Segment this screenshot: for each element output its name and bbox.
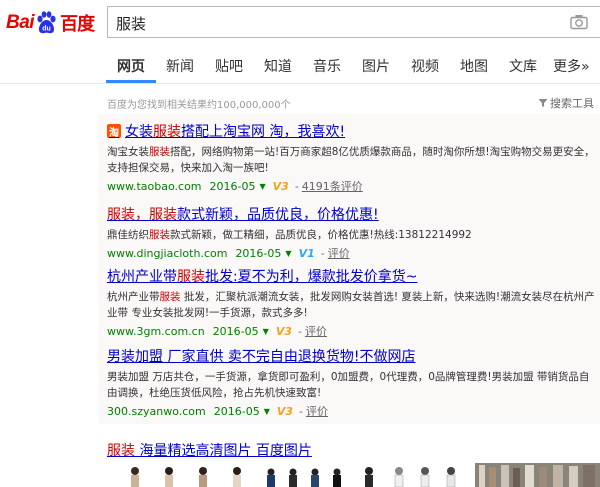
title-keyword: 服装 bbox=[177, 269, 205, 285]
result-item-1: 淘 女装 服装 搭配上淘宝网 淘，我喜欢! 淘宝女装服装搭配，网络购物第一站!百万商… bbox=[107, 121, 597, 194]
thumbnail-figure-8[interactable] bbox=[333, 468, 341, 487]
chevron-down-icon[interactable]: ▼ bbox=[263, 327, 269, 336]
chevron-down-icon[interactable]: ▼ bbox=[259, 182, 265, 191]
result-url[interactable]: 300.szyanwo.com bbox=[107, 405, 206, 418]
title-text-rest: 海量精选高清图片 百度图片 bbox=[135, 443, 312, 459]
paw-icon: du bbox=[37, 11, 56, 34]
logo-text-cn: 百度 bbox=[60, 14, 95, 35]
thumbnail-figure-5[interactable] bbox=[267, 468, 275, 487]
credit-badge-icon[interactable]: V3 bbox=[277, 405, 293, 418]
baidu-logo[interactable]: Bai du 百度 bbox=[6, 8, 95, 38]
tab-tieba[interactable]: 贴吧 bbox=[215, 56, 243, 76]
nav-tabs: 网页 新闻 贴吧 知道 音乐 图片 视频 地图 文库 更多» bbox=[0, 46, 600, 84]
taobao-icon: 淘 bbox=[107, 124, 121, 139]
result-item-4: 男装加盟 厂家直供 卖不完自由退换货物!不做网店 男装加盟 万店共仓，一手货源，… bbox=[107, 346, 597, 419]
title-keyword: 服装 bbox=[107, 443, 135, 459]
result-date: 2016-05 bbox=[213, 404, 260, 418]
title-text: 女装 bbox=[125, 124, 153, 140]
result-date: 2016-05 bbox=[212, 324, 259, 338]
tab-web[interactable]: 网页 bbox=[117, 56, 145, 76]
result-item-3: 杭州产业带 服装 批发:夏不为利，爆款批发价拿货~ 杭州产业带服装 批发，汇聚杭派… bbox=[107, 266, 597, 339]
search-box bbox=[107, 6, 600, 38]
thumbnail-figure-3[interactable] bbox=[199, 467, 207, 487]
result-date: 2016-05 bbox=[209, 179, 256, 193]
tab-wenku[interactable]: 文库 bbox=[509, 56, 537, 76]
camera-icon[interactable] bbox=[570, 14, 588, 30]
clothing-thumbnails bbox=[131, 463, 600, 487]
evaluation-link[interactable]: 4191条评价 bbox=[302, 178, 363, 194]
title-keyword: 服装，服装 bbox=[107, 207, 177, 223]
result-url[interactable]: www.taobao.com bbox=[107, 180, 202, 193]
thumbnail-figure-7[interactable] bbox=[311, 468, 319, 487]
chevron-down-icon[interactable]: ▼ bbox=[264, 407, 270, 416]
tab-more[interactable]: 更多» bbox=[553, 56, 590, 76]
thumbnail-figure-2[interactable] bbox=[165, 467, 173, 487]
tab-video[interactable]: 视频 bbox=[411, 56, 439, 76]
result-title-link[interactable]: 杭州产业带 服装 批发:夏不为利，爆款批发价拿货~ bbox=[107, 266, 597, 286]
result-description: 淘宝女装服装搭配，网络购物第一站!百万商家超8亿优质爆款商品，随时淘你所想!淘宝… bbox=[107, 146, 595, 174]
result-description: 杭州产业带服装 批发，汇聚杭派潮流女装，批发网购女装首选! 夏装上新，快来选购!… bbox=[107, 291, 595, 319]
result-meta: www.dingjiacloth.com 2016-05 ▼ V1 - 评价 bbox=[107, 245, 350, 261]
result-meta: www.3gm.com.cn 2016-05 ▼ V3 - 评价 bbox=[107, 323, 327, 339]
credit-badge-icon[interactable]: V3 bbox=[276, 325, 292, 338]
title-keyword: 服装 bbox=[153, 124, 181, 140]
tab-map[interactable]: 地图 bbox=[460, 56, 488, 76]
result-meta: www.taobao.com 2016-05 ▼ V3 - 4191条评价 bbox=[107, 178, 363, 194]
thumbnail-figure-9[interactable] bbox=[365, 467, 373, 487]
search-tools-label: 搜索工具 bbox=[550, 97, 594, 110]
tab-zhidao[interactable]: 知道 bbox=[264, 56, 292, 76]
title-text-rest: 款式新颖，品质优良，价格优惠! bbox=[177, 207, 379, 223]
result-count: 百度为您找到相关结果约100,000,000个 bbox=[107, 100, 291, 111]
tab-images[interactable]: 图片 bbox=[362, 56, 390, 76]
filter-icon bbox=[538, 99, 548, 107]
title-text-rest: 搭配上淘宝网 淘，我喜欢! bbox=[181, 124, 346, 140]
credit-badge-icon[interactable]: V3 bbox=[273, 180, 289, 193]
desc-keyword: 服装 bbox=[159, 291, 181, 303]
image-result-title-link[interactable]: 服装 海量精选高清图片 百度图片 bbox=[107, 440, 312, 460]
result-title-link[interactable]: 淘 女装 服装 搭配上淘宝网 淘，我喜欢! bbox=[107, 121, 597, 141]
thumbnail-figure-1[interactable] bbox=[131, 467, 139, 487]
thumbnail-figure-6[interactable] bbox=[289, 468, 297, 487]
search-tools-button[interactable]: 搜索工具 bbox=[538, 95, 594, 111]
result-description: 男装加盟 万店共仓，一手货源，拿货即可盈利，0加盟费，0代理费，0品牌管理费!男… bbox=[107, 371, 590, 399]
thumbnail-figure-11[interactable] bbox=[420, 467, 430, 487]
logo-text-du: du bbox=[42, 26, 51, 33]
thumbnail-figure-12[interactable] bbox=[446, 467, 456, 487]
desc-keyword: 服装 bbox=[149, 229, 170, 241]
result-description: 鼎佳纺织服装款式新颖，做工精细，品质优良，价格优惠!热线:13812214992 bbox=[107, 229, 472, 241]
result-url[interactable]: www.dingjiacloth.com bbox=[107, 247, 227, 260]
thumbnail-figure-4[interactable] bbox=[233, 467, 241, 487]
logo-text-bai: Bai bbox=[6, 12, 35, 33]
image-thumbnail-strip bbox=[107, 463, 600, 487]
active-tab-underline bbox=[106, 80, 156, 83]
chevron-down-icon[interactable]: ▼ bbox=[285, 249, 291, 258]
result-title-link[interactable]: 男装加盟 厂家直供 卖不完自由退换货物!不做网店 bbox=[107, 346, 597, 366]
search-input[interactable] bbox=[116, 12, 556, 34]
evaluation-link[interactable]: 评价 bbox=[328, 245, 350, 261]
header: Bai du 百度 bbox=[0, 0, 600, 46]
thumbnail-figure-10[interactable] bbox=[394, 467, 404, 487]
desc-keyword: 服装 bbox=[149, 146, 170, 158]
result-item-2: 服装，服装 款式新颖，品质优良，价格优惠! 鼎佳纺织服装款式新颖，做工精细，品质优… bbox=[107, 204, 597, 261]
credit-badge-icon[interactable]: V1 bbox=[299, 247, 315, 260]
result-date: 2016-05 bbox=[235, 246, 282, 260]
result-meta: 300.szyanwo.com 2016-05 ▼ V3 - 评价 bbox=[107, 403, 329, 419]
tab-news[interactable]: 新闻 bbox=[166, 56, 194, 76]
tab-music[interactable]: 音乐 bbox=[313, 56, 341, 76]
result-title-link[interactable]: 服装，服装 款式新颖，品质优良，价格优惠! bbox=[107, 204, 597, 224]
result-url[interactable]: www.3gm.com.cn bbox=[107, 325, 205, 338]
title-text-rest: 批发:夏不为利，爆款批发价拿货~ bbox=[205, 269, 418, 285]
evaluation-link[interactable]: 评价 bbox=[305, 323, 327, 339]
evaluation-link[interactable]: 评价 bbox=[306, 403, 328, 419]
